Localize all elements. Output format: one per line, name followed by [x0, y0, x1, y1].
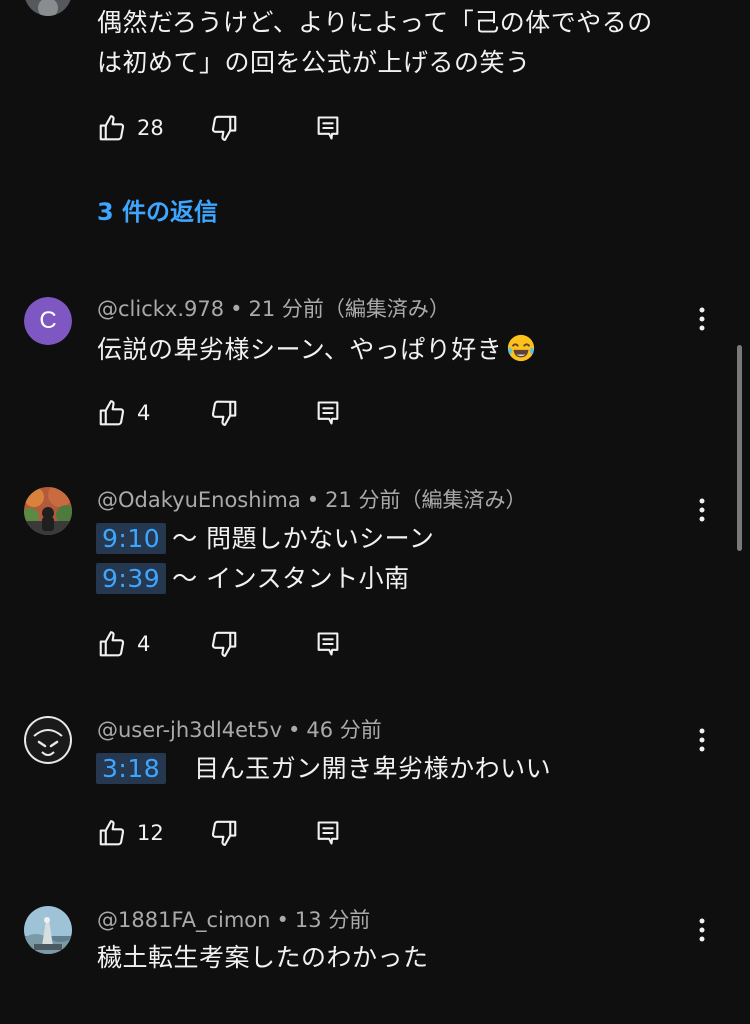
- avatar[interactable]: [24, 716, 72, 764]
- meta-separator: •: [288, 718, 301, 742]
- thumbs-down-icon: [211, 631, 237, 657]
- reply-comment-icon: [317, 116, 339, 140]
- comment-text-content: 〜 インスタント小南: [172, 564, 410, 593]
- comment-actions: 28: [97, 113, 357, 143]
- thumbs-down-icon: [211, 115, 237, 141]
- more-vertical-icon: [699, 498, 705, 522]
- more-vertical-icon: [699, 728, 705, 752]
- comment-author[interactable]: @1881FA_cimon: [97, 908, 270, 932]
- meta-separator: •: [230, 297, 243, 321]
- dislike-button[interactable]: [209, 818, 239, 848]
- comment-text: 伝説の卑劣様シーン、やっぱり好き: [97, 333, 536, 365]
- comment-actions: 4: [97, 629, 357, 659]
- thumbs-up-icon: [99, 631, 125, 657]
- thumbs-up-icon: [99, 820, 125, 846]
- comment-author[interactable]: @clickx.978: [97, 297, 224, 321]
- more-vertical-icon: [699, 918, 705, 942]
- reply-button[interactable]: [315, 398, 341, 428]
- comment-meta: @1881FA_cimon • 13 分前: [97, 908, 370, 932]
- comment-actions: 12: [97, 818, 357, 848]
- comment-meta: @OdakyuEnoshima • 21 分前（編集済み）: [97, 488, 527, 512]
- comment-text-content: 〜 問題しかないシーン: [172, 524, 435, 553]
- comment-text: 9:39 〜 インスタント小南: [96, 563, 410, 594]
- like-button[interactable]: 4: [97, 629, 150, 659]
- avatar[interactable]: [24, 0, 72, 16]
- comment-text: 偶然だろうけど、よりによって「己の体でやるの: [97, 8, 653, 37]
- reply-comment-icon: [317, 632, 339, 656]
- timestamp-link[interactable]: 9:10: [96, 523, 167, 554]
- more-vertical-icon: [699, 307, 705, 331]
- comment-meta: @user-jh3dl4et5v • 46 分前: [97, 718, 382, 742]
- comment-text: は初めて」の回を公式が上げるの笑う: [97, 48, 531, 77]
- more-options-button[interactable]: [690, 915, 714, 945]
- like-count: 12: [137, 821, 164, 845]
- comment-text: 3:18 目ん玉ガン開き卑劣様かわいい: [96, 753, 552, 784]
- comment-time: 13 分前: [294, 908, 371, 932]
- view-replies-link[interactable]: 3 件の返信: [97, 196, 218, 228]
- dislike-button[interactable]: [209, 113, 239, 143]
- thumbs-down-icon: [211, 820, 237, 846]
- avatar[interactable]: [24, 487, 72, 535]
- comment-time: 21 分前（編集済み）: [248, 297, 450, 321]
- comment-time: 46 分前: [306, 718, 382, 742]
- like-button[interactable]: 4: [97, 398, 150, 428]
- timestamp-link[interactable]: 9:39: [96, 563, 167, 594]
- face-with-tears-of-joy-icon: [508, 334, 535, 362]
- avatar-letter: C: [24, 297, 72, 345]
- like-count: 4: [137, 632, 151, 656]
- meta-separator: •: [306, 488, 320, 512]
- like-button[interactable]: 28: [97, 113, 164, 143]
- avatar[interactable]: C: [24, 297, 72, 345]
- thumbs-down-icon: [211, 400, 237, 426]
- reply-button[interactable]: [315, 113, 341, 143]
- comment-text-content: 伝説の卑劣様シーン、やっぱり好き: [97, 335, 503, 364]
- comment-actions: 4: [97, 398, 357, 428]
- like-count: 4: [137, 401, 151, 425]
- timestamp-link[interactable]: 3:18: [96, 753, 167, 784]
- thumbs-up-icon: [99, 115, 125, 141]
- thumbs-up-icon: [99, 400, 125, 426]
- dislike-button[interactable]: [209, 629, 239, 659]
- comment-author[interactable]: @OdakyuEnoshima: [97, 488, 301, 512]
- comment-text: 穢土転生考案したのわかった: [97, 943, 429, 972]
- more-options-button[interactable]: [690, 304, 714, 334]
- like-count: 28: [137, 116, 164, 140]
- dislike-button[interactable]: [209, 398, 239, 428]
- reply-comment-icon: [317, 821, 339, 845]
- comment-text: 9:10 〜 問題しかないシーン: [96, 523, 435, 554]
- comment-time: 21 分前（編集済み）: [325, 488, 527, 512]
- reply-comment-icon: [317, 401, 339, 425]
- more-options-button[interactable]: [690, 725, 714, 755]
- comment-text-content: 目ん玉ガン開き卑劣様かわいい: [194, 754, 552, 783]
- like-button[interactable]: 12: [97, 818, 164, 848]
- scrollbar-thumb[interactable]: [737, 345, 742, 551]
- comments-panel: 偶然だろうけど、よりによって「己の体でやるの は初めて」の回を公式が上げるの笑う…: [0, 0, 750, 1024]
- more-options-button[interactable]: [690, 495, 714, 525]
- reply-button[interactable]: [315, 818, 341, 848]
- comment-meta: @clickx.978 • 21 分前（編集済み）: [97, 297, 450, 321]
- comment-author[interactable]: @user-jh3dl4et5v: [97, 718, 282, 742]
- reply-button[interactable]: [315, 629, 341, 659]
- meta-separator: •: [276, 908, 289, 932]
- avatar[interactable]: [24, 906, 72, 954]
